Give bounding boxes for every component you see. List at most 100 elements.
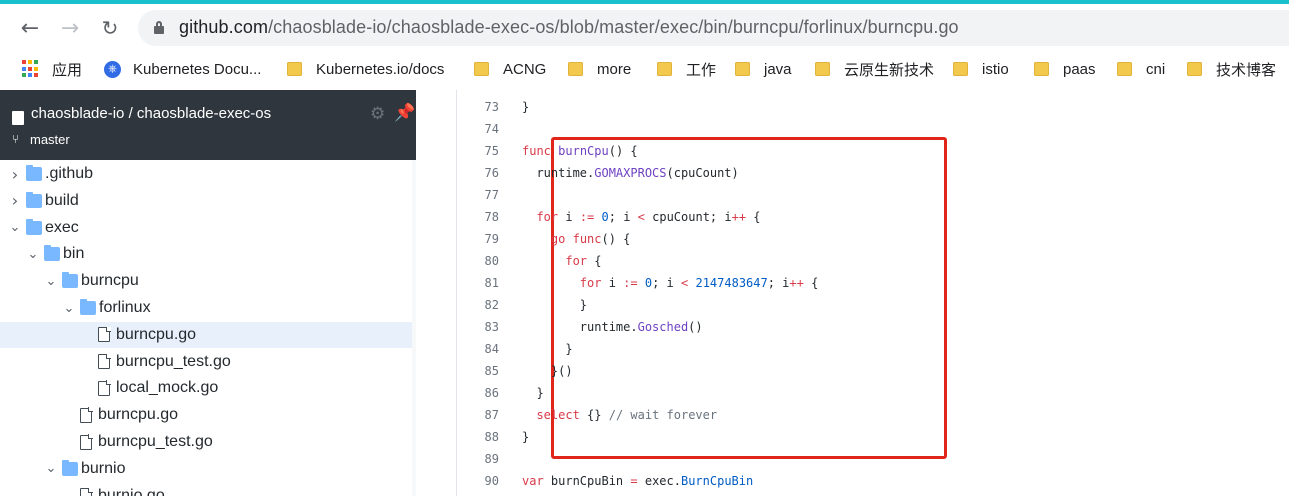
line-number[interactable]: 88 — [457, 426, 499, 448]
bookmark-item[interactable]: 应用 — [22, 56, 82, 82]
code-text: } — [522, 430, 530, 444]
tree-file[interactable]: burnio.go — [0, 483, 412, 496]
line-number[interactable]: 82 — [457, 294, 499, 316]
line-number[interactable]: 74 — [457, 118, 499, 140]
folder-icon — [26, 165, 42, 181]
line-number[interactable]: 81 — [457, 272, 499, 294]
line-number[interactable]: 87 — [457, 404, 499, 426]
tree-file[interactable]: burncpu_test.go — [0, 349, 412, 375]
reload-icon[interactable]: ↻ — [96, 14, 124, 42]
bookmark-label: more — [597, 60, 632, 78]
tree-item-label: local_mock.go — [116, 379, 219, 397]
forward-arrow-icon[interactable]: → — [56, 14, 84, 42]
line-number[interactable]: 79 — [457, 228, 499, 250]
bookmark-item[interactable]: 技术博客 — [1187, 56, 1276, 82]
line-number[interactable]: 85 — [457, 360, 499, 382]
folder-icon — [953, 62, 968, 76]
folder-icon — [474, 62, 489, 76]
line-number[interactable]: 90 — [457, 470, 499, 492]
line-number[interactable]: 84 — [457, 338, 499, 360]
chevron-down-icon[interactable]: ⌄ — [44, 274, 58, 289]
tree-item-label: burncpu.go — [116, 325, 197, 343]
tree-folder[interactable]: ⌄ forlinux — [0, 295, 412, 321]
tree-file[interactable]: burncpu_test.go — [0, 429, 412, 455]
repo-title[interactable]: chaosblade-io / chaosblade-exec-os — [31, 105, 271, 122]
apps-grid-icon — [22, 60, 40, 78]
bookmark-item[interactable]: more — [568, 56, 631, 82]
code-line: 76 runtime.GOMAXPROCS(cpuCount) — [457, 162, 1289, 184]
gear-icon[interactable]: ⚙ — [370, 104, 385, 124]
bookmark-item[interactable]: ⎈ Kubernetes Docu... — [104, 56, 261, 82]
bookmark-label: Kubernetes Docu... — [133, 60, 262, 78]
branch-name[interactable]: master — [30, 132, 70, 147]
line-number[interactable]: 86 — [457, 382, 499, 404]
code-line: 78 for i := 0; i < cpuCount; i++ { — [457, 206, 1289, 228]
kubernetes-icon: ⎈ — [104, 60, 121, 78]
line-number[interactable]: 83 — [457, 316, 499, 338]
tree-file[interactable]: local_mock.go — [0, 375, 412, 401]
lock-icon[interactable] — [154, 21, 164, 34]
bookmark-item[interactable]: 云原生新技术 — [815, 56, 934, 82]
bookmark-item[interactable]: cni — [1117, 56, 1165, 82]
tab-strip-edge — [0, 0, 1289, 4]
tree-item-label: burncpu_test.go — [98, 433, 213, 450]
file-icon — [98, 353, 111, 370]
code-text: }() — [522, 364, 573, 378]
folder-icon — [815, 62, 830, 76]
tree-folder[interactable]: ⌄ bin — [0, 241, 412, 267]
tree-file[interactable]: burncpu.go — [0, 321, 412, 348]
code-line: 79 go func() { — [457, 228, 1289, 250]
code-text: } — [522, 386, 544, 400]
folder-icon — [1187, 62, 1202, 76]
line-number[interactable]: 80 — [457, 250, 499, 272]
tree-folder[interactable]: ⌄ burncpu — [0, 268, 412, 294]
tree-item-label: build — [45, 191, 79, 209]
chevron-down-icon[interactable]: ⌄ — [44, 461, 58, 476]
folder-icon — [735, 62, 750, 76]
code-line: 86 } — [457, 382, 1289, 404]
bookmark-label: 工作 — [686, 61, 717, 79]
line-number[interactable]: 77 — [457, 184, 499, 206]
chevron-right-icon[interactable]: › — [8, 191, 22, 210]
file-tree: › .github › build ⌄ exec ⌄ bin ⌄ burncpu ⌄ forlinux… — [0, 160, 412, 496]
folder-icon — [80, 299, 96, 315]
bookmark-item[interactable]: ACNG — [474, 56, 546, 82]
code-text: for i := 0; i < cpuCount; i++ { — [536, 210, 761, 224]
chevron-right-icon[interactable]: › — [8, 165, 22, 184]
tree-file[interactable]: burncpu.go — [0, 402, 412, 428]
chevron-down-icon[interactable]: ⌄ — [8, 220, 22, 235]
chevron-down-icon[interactable]: ⌄ — [26, 247, 40, 262]
code-text: } — [522, 298, 588, 312]
browser-chrome: ← → ↻ github.com/chaosblade-io/chaosblad… — [0, 0, 1289, 90]
pin-icon[interactable]: 📌 — [394, 103, 415, 123]
bookmark-item[interactable]: Kubernetes.io/docs — [287, 56, 444, 82]
chevron-down-icon[interactable]: ⌄ — [62, 301, 76, 316]
code-line: 75 func burnCpu() { — [457, 140, 1289, 162]
tree-folder[interactable]: › .github — [0, 161, 412, 187]
tree-folder[interactable]: › build — [0, 188, 412, 214]
repo-icon — [12, 111, 24, 125]
bookmark-item[interactable]: istio — [953, 56, 1009, 82]
tree-folder[interactable]: ⌄ exec — [0, 215, 412, 241]
bookmark-item[interactable]: java — [735, 56, 792, 82]
line-number[interactable]: 89 — [457, 448, 499, 470]
line-number[interactable]: 73 — [457, 96, 499, 118]
code-text: for i := 0; i < 2147483647; i++ { — [579, 276, 819, 290]
code-line: 89 — [457, 448, 1289, 470]
back-arrow-icon[interactable]: ← — [16, 14, 44, 42]
tree-folder[interactable]: ⌄ burnio — [0, 456, 412, 482]
address-bar[interactable]: github.com/chaosblade-io/chaosblade-exec… — [138, 10, 1289, 46]
tree-item-label: burncpu.go — [98, 406, 179, 424]
line-number[interactable]: 75 — [457, 140, 499, 162]
line-number[interactable]: 78 — [457, 206, 499, 228]
bookmark-label: java — [764, 60, 792, 78]
code-line: 82 } — [457, 294, 1289, 316]
bookmark-item[interactable]: 工作 — [657, 56, 716, 82]
url-text[interactable]: github.com/chaosblade-io/chaosblade-exec… — [179, 17, 959, 38]
line-number[interactable]: 76 — [457, 162, 499, 184]
bookmark-item[interactable]: paas — [1034, 56, 1096, 82]
code-text: var burnCpuBin = exec.BurnCpuBin — [522, 474, 754, 488]
code-line: 81 for i := 0; i < 2147483647; i++ { — [457, 272, 1289, 294]
bookmark-label: cni — [1146, 60, 1166, 78]
file-icon — [98, 380, 111, 396]
